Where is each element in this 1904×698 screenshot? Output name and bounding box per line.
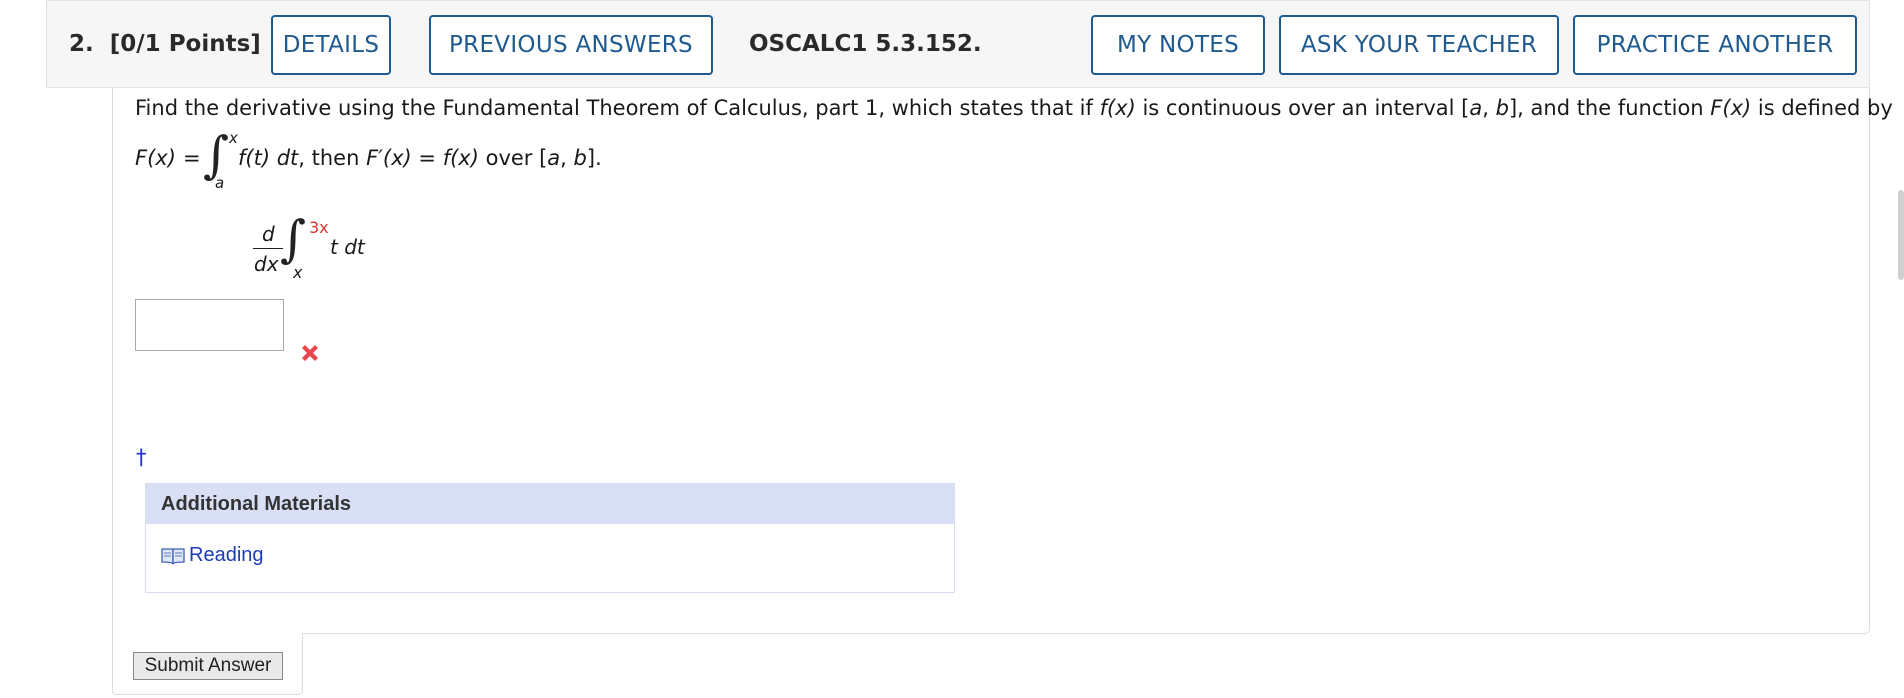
scrollbar[interactable] xyxy=(1898,190,1904,280)
question-number: 2. [0/1 Points] xyxy=(69,31,261,57)
fraction-bar xyxy=(253,248,283,249)
footnote-marker: † xyxy=(136,445,147,469)
my-notes-button[interactable]: MY NOTES xyxy=(1091,15,1265,75)
upper-limit: 3x xyxy=(309,218,329,237)
previous-answers-button[interactable]: PREVIOUS ANSWERS xyxy=(429,15,713,75)
reading-label: Reading xyxy=(189,544,264,566)
details-button[interactable]: DETAILS xyxy=(271,15,391,75)
derivative-denominator: dx xyxy=(254,252,279,276)
answer-input[interactable] xyxy=(135,299,284,351)
practice-another-button[interactable]: PRACTICE ANOTHER xyxy=(1573,15,1857,75)
additional-materials-title: Additional Materials xyxy=(146,484,954,524)
submit-answer-button[interactable]: Submit Answer xyxy=(133,652,283,680)
additional-materials: Additional Materials Reading xyxy=(145,483,955,593)
ask-your-teacher-button[interactable]: ASK YOUR TEACHER xyxy=(1279,15,1559,75)
question-header: 2. [0/1 Points] DETAILS PREVIOUS ANSWERS… xyxy=(46,0,1870,88)
lower-limit: x xyxy=(293,263,303,282)
upper-limit: x xyxy=(229,129,238,147)
problem-reference: OSCALC1 5.3.152. xyxy=(749,31,982,57)
reading-link[interactable]: Reading xyxy=(161,544,264,567)
points-label: [0/1 Points] xyxy=(109,31,261,57)
derivative-numerator: d xyxy=(262,222,275,246)
lower-limit: a xyxy=(215,174,225,192)
book-icon xyxy=(161,547,185,564)
question-prompt: Find the derivative using the Fundamenta… xyxy=(135,96,1893,120)
integral-sign: ∫ xyxy=(280,210,307,268)
integrand: t dt xyxy=(330,235,365,259)
incorrect-icon xyxy=(302,345,318,361)
